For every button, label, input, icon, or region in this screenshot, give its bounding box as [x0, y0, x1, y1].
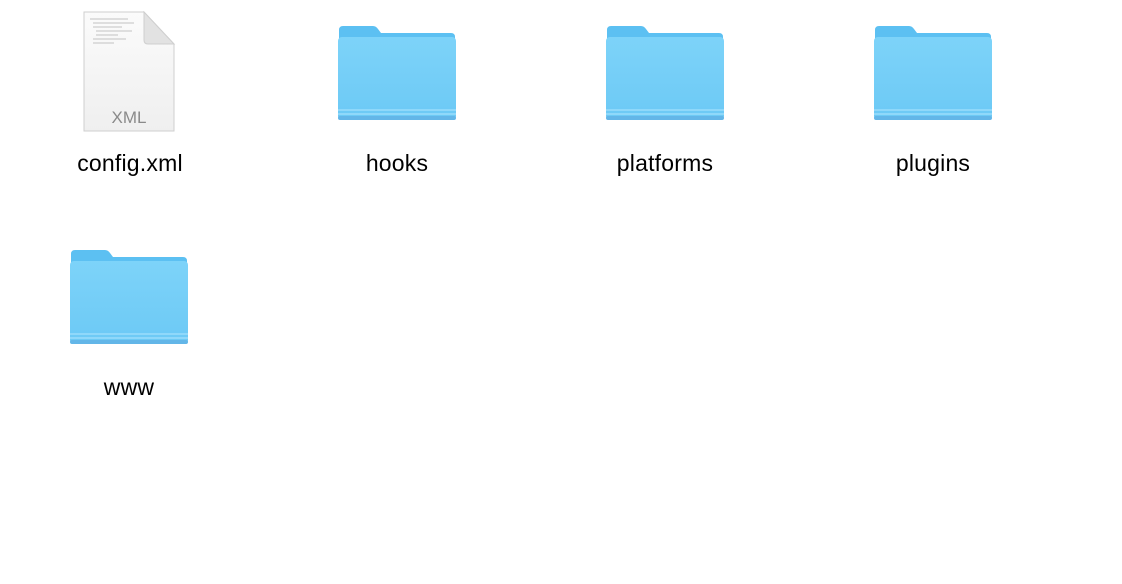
file-name-label: plugins: [895, 150, 971, 176]
folder-icon[interactable]: [337, 10, 457, 134]
file-item-plugins[interactable]: plugins: [843, 10, 1023, 210]
folder-icon[interactable]: [873, 10, 993, 134]
file-item-hooks[interactable]: hooks: [307, 10, 487, 210]
file-item-www[interactable]: www: [39, 234, 219, 434]
file-name-label: platforms: [616, 150, 714, 176]
xml-document-icon[interactable]: XML: [70, 10, 190, 134]
xml-badge: XML: [112, 108, 147, 127]
file-item-platforms[interactable]: platforms: [575, 10, 755, 210]
file-name-label: hooks: [365, 150, 429, 176]
file-item-config-xml[interactable]: XML config.xml: [40, 10, 220, 210]
file-name-label: www: [103, 374, 155, 400]
file-name-label: config.xml: [77, 150, 183, 176]
folder-icon[interactable]: [69, 234, 189, 358]
folder-icon[interactable]: [605, 10, 725, 134]
finder-icon-grid: XML config.xml hooks platforms plugins w…: [0, 0, 1122, 584]
